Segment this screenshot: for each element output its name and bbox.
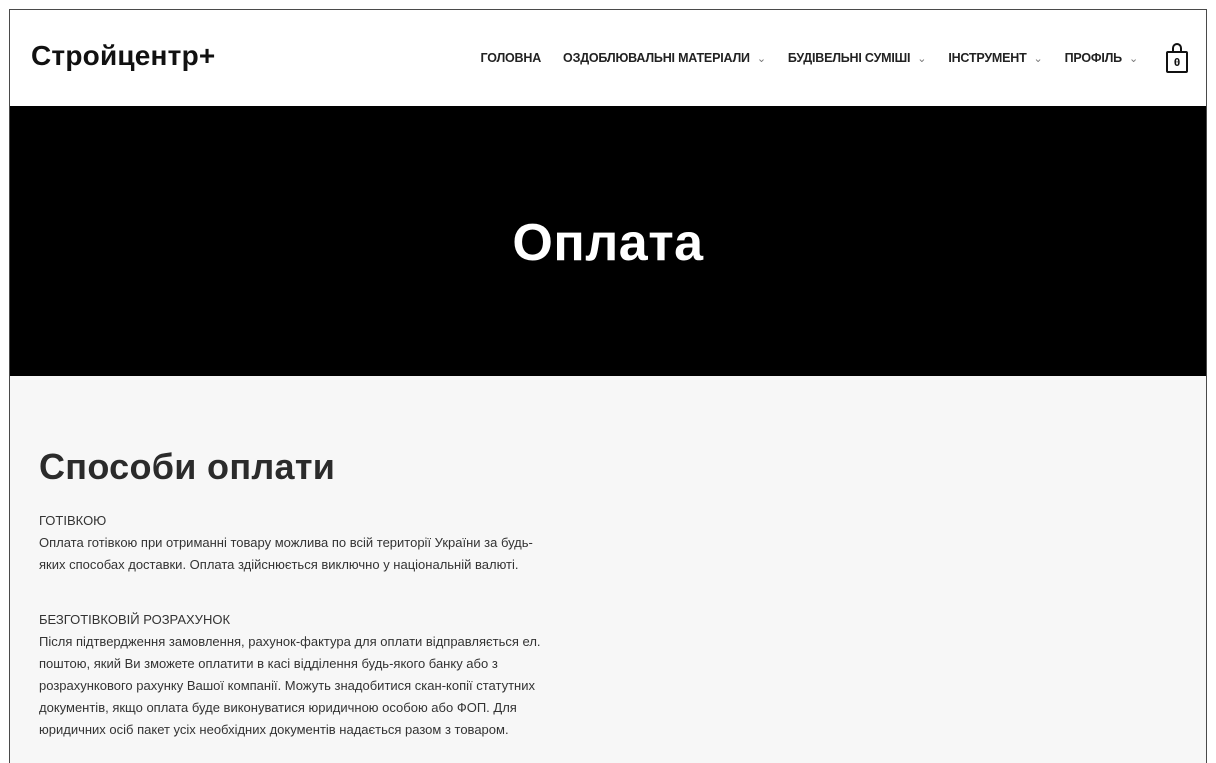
nav-item-label: ІНСТРУМЕНТ: [948, 51, 1027, 65]
shopping-bag-icon: [1172, 43, 1182, 53]
payment-method-heading: БЕЗГОТІВКОВІЙ РОЗРАХУНОК: [39, 612, 231, 627]
paragraph-line: яких способах доставки. Оплата здійснюєт…: [39, 557, 519, 572]
nav-item-building-mixes[interactable]: БУДІВЕЛЬНІ СУМІШІ ⌄: [787, 51, 927, 65]
page-hero: Оплата: [10, 106, 1206, 376]
payment-method-cashless: БЕЗГОТІВКОВІЙ РОЗРАХУНОК Після підтвердж…: [39, 609, 639, 741]
nav-item-label: ПРОФІЛЬ: [1064, 51, 1123, 65]
nav-item-label: ОЗДОБЛЮВАЛЬНІ МАТЕРІАЛИ: [563, 51, 750, 65]
chevron-down-icon: ⌄: [917, 52, 927, 65]
cart-count: 0: [1166, 51, 1188, 73]
site-header: Стройцентр+ ГОЛОВНА ОЗДОБЛЮВАЛЬНІ МАТЕРІ…: [10, 10, 1206, 106]
paragraph-line: Оплата готівкою при отриманні товару мож…: [39, 535, 533, 550]
chevron-down-icon: ⌄: [1033, 52, 1043, 65]
chevron-down-icon: ⌄: [1128, 52, 1138, 65]
paragraph-line: розрахункового рахунку Вашої компанії. М…: [39, 678, 535, 693]
paragraph-line: документів, якщо оплата буде виконуватис…: [39, 700, 517, 715]
main-content: Способи оплати ГОТІВКОЮ Оплата готівкою …: [10, 376, 1206, 763]
nav-item-home[interactable]: ГОЛОВНА: [481, 51, 542, 65]
chevron-down-icon: ⌄: [756, 52, 766, 65]
nav-item-label: ГОЛОВНА: [480, 51, 542, 65]
paragraph-line: поштою, який Ви зможете оплатити в касі …: [39, 656, 498, 671]
main-nav: ГОЛОВНА ОЗДОБЛЮВАЛЬНІ МАТЕРІАЛИ ⌄ БУДІВЕ…: [481, 10, 1188, 106]
nav-item-profile[interactable]: ПРОФІЛЬ ⌄: [1064, 51, 1139, 65]
paragraph-line: Після підтвердження замовлення, рахунок-…: [39, 634, 541, 649]
nav-item-tools[interactable]: ІНСТРУМЕНТ ⌄: [948, 51, 1042, 65]
site-logo[interactable]: Стройцентр+: [31, 40, 215, 72]
nav-item-finishing-materials[interactable]: ОЗДОБЛЮВАЛЬНІ МАТЕРІАЛИ ⌄: [563, 51, 766, 65]
page-title: Оплата: [512, 214, 704, 272]
cart-button[interactable]: 0: [1166, 43, 1188, 73]
payment-method-cash: ГОТІВКОЮ Оплата готівкою при отриманні т…: [39, 510, 639, 576]
paragraph-line: юридичних осіб пакет усіх необхідних док…: [39, 722, 509, 737]
section-title: Способи оплати: [39, 446, 336, 487]
payment-method-heading: ГОТІВКОЮ: [39, 513, 107, 528]
nav-item-label: БУДІВЕЛЬНІ СУМІШІ: [787, 51, 911, 65]
page-frame: Стройцентр+ ГОЛОВНА ОЗДОБЛЮВАЛЬНІ МАТЕРІ…: [9, 9, 1207, 763]
